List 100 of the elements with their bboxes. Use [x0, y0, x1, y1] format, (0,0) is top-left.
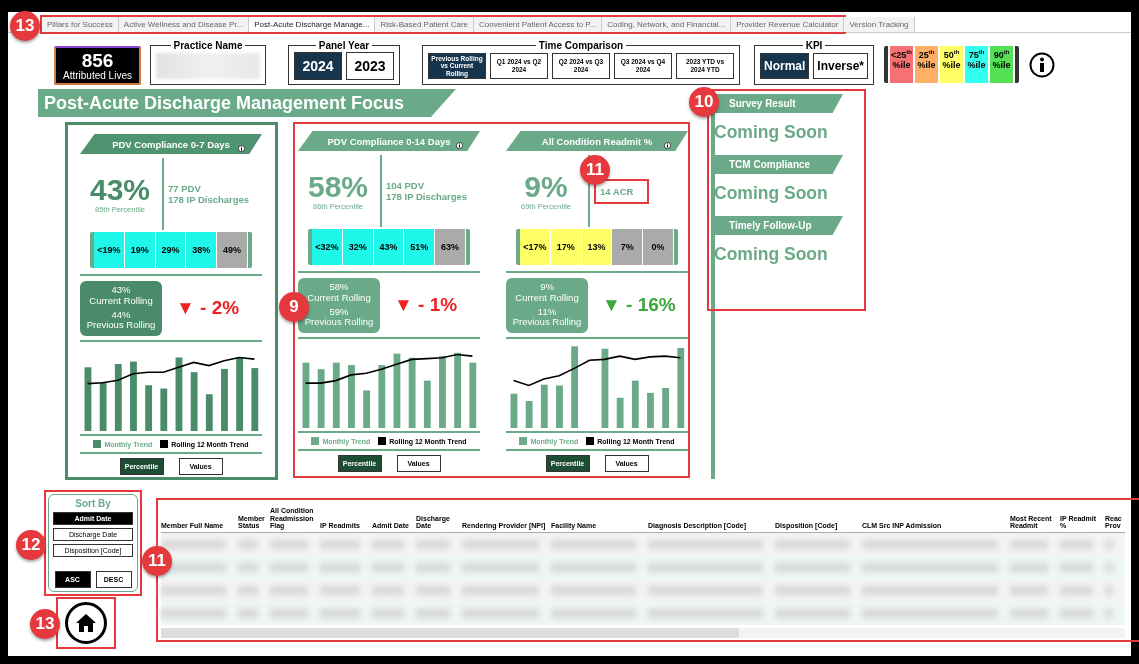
chart-bar: [363, 390, 371, 428]
filter-title: Practice Name: [172, 41, 244, 50]
legend-swatch: [160, 440, 169, 448]
chart-bar: [647, 392, 654, 428]
callout-badge: 12: [16, 530, 46, 560]
scale-segment: 0%: [643, 229, 674, 265]
info-icon[interactable]: [456, 142, 463, 149]
scale-segment: 17%: [550, 229, 582, 265]
tab[interactable]: Pillars for Success: [42, 17, 119, 32]
current-rolling: 58% Current Rolling: [307, 282, 371, 303]
chart-bar: [556, 385, 563, 428]
previous-rolling: 11% Previous Rolling: [512, 307, 582, 328]
metric-value: 9%: [524, 171, 568, 202]
chart-bar: [84, 367, 92, 431]
kpi-button[interactable]: Normal: [760, 52, 810, 79]
legend-swatch: [586, 437, 595, 445]
legend-swatch: [311, 437, 320, 445]
legend-cell: <25$^{th}$ %ile: [890, 46, 914, 83]
chart-bar: [540, 384, 548, 428]
kpi-button[interactable]: Inverse*: [813, 52, 869, 79]
change-indicator: ▼ - 16%: [602, 294, 676, 316]
scale-segment: 13%: [581, 229, 613, 265]
tab[interactable]: Active Wellness and Disease Pr...: [118, 17, 250, 32]
tab[interactable]: Risk-Based Patient Care: [375, 17, 475, 32]
chart-bar: [510, 393, 518, 428]
chart-bar: [631, 380, 639, 428]
lives-count: 856: [81, 50, 114, 70]
legend-cell: 75$^{th}$ %ile: [965, 46, 989, 83]
info-icon[interactable]: [238, 145, 245, 152]
chart-bar: [114, 364, 122, 431]
chart-bar: [160, 388, 168, 431]
tab[interactable]: Convenient Patient Access to P...: [474, 17, 603, 32]
panel-section-title: Survey Result: [713, 94, 843, 113]
chart-bar: [525, 401, 533, 428]
scale-segment: <32%: [312, 229, 343, 265]
sort-title: Sort By: [75, 498, 111, 509]
scale-segment: 32%: [342, 229, 374, 265]
coming-soon-text: Coming Soon: [714, 122, 829, 143]
tab[interactable]: Coding, Network, and Financial...: [602, 17, 732, 32]
tab[interactable]: Version Tracking: [844, 17, 915, 32]
scale-segment: 29%: [155, 232, 187, 268]
chart-bar: [439, 356, 446, 428]
metric-detail: 178 IP Discharges: [168, 194, 250, 205]
year-button[interactable]: 2024: [294, 51, 342, 80]
info-icon[interactable]: [1029, 52, 1056, 78]
card-title: All Condition Readmit %: [541, 135, 653, 147]
panel-section-title: TCM Compliance: [713, 155, 843, 174]
info-icon[interactable]: [664, 142, 671, 149]
callout-badge: 11: [580, 154, 610, 185]
tab[interactable]: Provider Revenue Calculator: [731, 17, 845, 32]
metric-value: 43%: [89, 174, 150, 205]
chart-bar: [145, 385, 153, 431]
metric-detail: 104 PDV: [386, 180, 426, 191]
scale-segment: 49%: [217, 232, 248, 268]
chart-bar: [423, 380, 431, 428]
chart-bar: [469, 362, 477, 428]
current-rolling: 9% Current Rolling: [515, 282, 579, 303]
current-rolling: 43% Current Rolling: [89, 285, 153, 306]
metric-detail: 77 PDV: [168, 183, 202, 194]
chart-bar: [190, 372, 198, 431]
filter-title: Time Comparison: [537, 41, 625, 50]
callout-badge: 10: [689, 87, 719, 117]
chart-bar: [332, 362, 340, 428]
scale-segment: 43%: [373, 229, 405, 265]
chart-bar: [99, 382, 107, 431]
chart-bar: [317, 369, 325, 428]
chart-bar: [348, 365, 355, 428]
lives-label: Attributed Lives: [63, 69, 132, 81]
chart-bar: [205, 394, 213, 431]
legend-swatch: [93, 440, 102, 448]
callout-badge: 13: [10, 11, 40, 41]
chart-bar: [662, 387, 670, 428]
coming-soon-text: Coming Soon: [714, 183, 829, 204]
home-button[interactable]: [65, 602, 107, 644]
chart-bar: [616, 397, 624, 428]
change-indicator: ▼ - 2%: [176, 297, 240, 319]
chart-bar: [251, 368, 259, 431]
legend-cell: 25$^{th}$ %ile: [915, 46, 939, 83]
coming-soon-text: Coming Soon: [714, 244, 829, 265]
metric-value: 58%: [307, 171, 368, 202]
callout-badge: 11: [142, 546, 172, 576]
legend-swatch: [519, 437, 528, 445]
chart-bar: [408, 357, 416, 428]
chart-bar: [130, 361, 137, 431]
scale-segment: <17%: [520, 229, 551, 265]
filter-title: KPI: [804, 41, 824, 50]
scrollbar[interactable]: [161, 628, 1125, 638]
panel-section-title: Timely Follow-Up: [713, 216, 843, 235]
card-title: PDV Compliance 0-7 Days: [112, 138, 230, 150]
callout-badge: 13: [30, 609, 60, 639]
previous-rolling: 44% Previous Rolling: [86, 310, 156, 331]
chart-bar: [378, 365, 386, 428]
legend-swatch: [378, 437, 387, 445]
redacted-field[interactable]: [156, 52, 260, 79]
legend-cell: 50$^{th}$ %ile: [940, 46, 964, 83]
filter-title: Panel Year: [317, 41, 371, 50]
chart-bar: [302, 362, 310, 428]
year-button[interactable]: 2023: [346, 51, 394, 80]
scale-segment: 51%: [404, 229, 436, 265]
scale-segment: <19%: [94, 232, 125, 268]
